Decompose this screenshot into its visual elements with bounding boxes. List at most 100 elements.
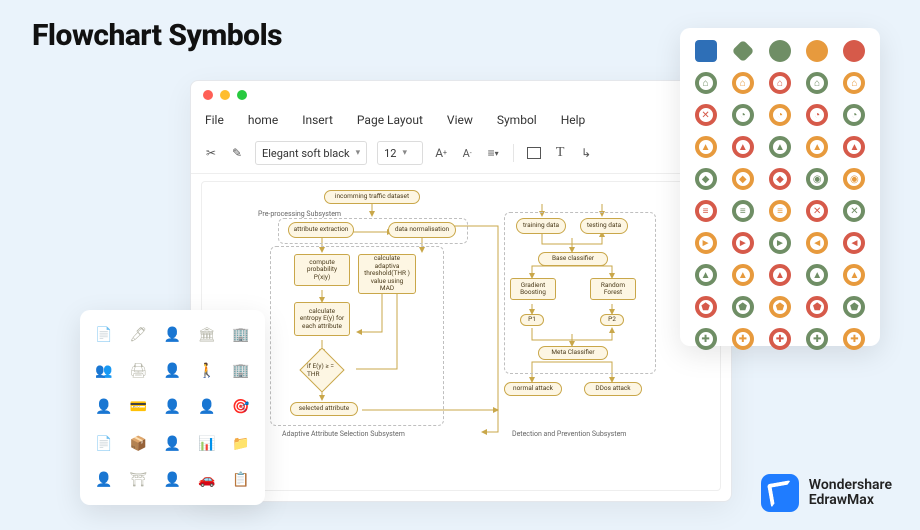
menu-home[interactable]: home	[248, 113, 278, 127]
symbol-item[interactable]: ▲	[804, 134, 831, 160]
canvas[interactable]: incomming traffic dataset Pre-processing…	[201, 181, 721, 491]
symbol-item[interactable]: ▲	[766, 134, 793, 160]
format-painter-button[interactable]: ✎	[229, 145, 245, 161]
symbol-item[interactable]: ◔	[841, 102, 868, 128]
symbol-item[interactable]: ◉	[841, 166, 868, 192]
node-data-normalisation[interactable]: data normalisation	[388, 222, 456, 238]
clipart-item[interactable]: 👤	[90, 392, 118, 422]
symbol-item[interactable]: ⌂	[692, 70, 719, 96]
symbol-item[interactable]: ◆	[766, 166, 793, 192]
node-normal-attack[interactable]: normal attack	[504, 382, 562, 396]
clipart-item[interactable]: 🏛	[193, 320, 221, 350]
clipart-item[interactable]: 👤	[158, 465, 186, 495]
symbol-item[interactable]: ⬟	[841, 294, 868, 320]
node-meta-classifier[interactable]: Meta Classifier	[538, 346, 608, 360]
symbol-item[interactable]: ✚	[729, 326, 756, 352]
clipart-item[interactable]: 🏢	[227, 356, 255, 386]
symbol-item[interactable]: ◔	[729, 102, 756, 128]
symbol-item[interactable]: ⌂	[729, 70, 756, 96]
symbol-item[interactable]: ◉	[804, 166, 831, 192]
clipart-item[interactable]: 🏢	[227, 320, 255, 350]
clipart-item[interactable]: 📄	[90, 320, 118, 350]
symbol-item[interactable]	[804, 38, 831, 64]
node-training-data[interactable]: training data	[516, 218, 566, 234]
clipart-item[interactable]: 🚶	[193, 356, 221, 386]
symbol-item[interactable]: ✕	[692, 102, 719, 128]
maximize-icon[interactable]	[237, 90, 247, 100]
symbol-item[interactable]: ►	[766, 230, 793, 256]
node-compute-probability[interactable]: compute probability P(x|y)	[294, 254, 350, 286]
symbol-item[interactable]: ▲	[692, 262, 719, 288]
clipart-item[interactable]: 👥	[90, 356, 118, 386]
symbol-item[interactable]: ✚	[804, 326, 831, 352]
symbol-item[interactable]: ✚	[841, 326, 868, 352]
menu-help[interactable]: Help	[561, 113, 586, 127]
cut-button[interactable]: ✂	[203, 145, 219, 161]
symbol-item[interactable]: ✚	[766, 326, 793, 352]
node-incoming-dataset[interactable]: incomming traffic dataset	[324, 190, 420, 204]
font-select[interactable]: Elegant soft black ▾	[255, 141, 367, 165]
increase-font-button[interactable]: A+	[433, 145, 449, 161]
symbol-item[interactable]	[692, 38, 719, 64]
clipart-item[interactable]: 📋	[227, 465, 255, 495]
symbol-item[interactable]: ▲	[766, 262, 793, 288]
node-calculate-entropy[interactable]: calculate entropy E(y) for each attribut…	[294, 302, 350, 336]
symbol-item[interactable]: ⬟	[692, 294, 719, 320]
menu-symbol[interactable]: Symbol	[497, 113, 537, 127]
close-icon[interactable]	[203, 90, 213, 100]
clipart-item[interactable]: 📊	[193, 429, 221, 459]
symbol-item[interactable]: ⌂	[841, 70, 868, 96]
connector-tool-button[interactable]: ↳	[578, 145, 594, 161]
symbol-item[interactable]: ◄	[804, 230, 831, 256]
symbol-item[interactable]: ◔	[804, 102, 831, 128]
symbol-item[interactable]: ≡	[692, 198, 719, 224]
clipart-item[interactable]: 📁	[227, 429, 255, 459]
node-selected-attribute[interactable]: selected attribute	[290, 402, 358, 416]
symbol-item[interactable]: ◄	[841, 230, 868, 256]
symbol-item[interactable]: ⬟	[729, 294, 756, 320]
symbol-item[interactable]: ⌂	[766, 70, 793, 96]
minimize-icon[interactable]	[220, 90, 230, 100]
clipart-item[interactable]: 👤	[193, 392, 221, 422]
symbol-item[interactable]: ≡	[766, 198, 793, 224]
text-tool-button[interactable]: T	[552, 145, 568, 161]
symbol-item[interactable]: ✕	[841, 198, 868, 224]
clipart-item[interactable]: 👤	[90, 465, 118, 495]
symbol-item[interactable]: ▲	[804, 262, 831, 288]
clipart-item[interactable]: 🚗	[193, 465, 221, 495]
clipart-item[interactable]: 🖨	[124, 356, 152, 386]
menu-file[interactable]: File	[205, 113, 224, 127]
node-gradient-boosting[interactable]: Gradient Boosting	[510, 278, 556, 300]
symbol-item[interactable]: ▲	[729, 262, 756, 288]
symbol-item[interactable]: ◆	[692, 166, 719, 192]
node-p1[interactable]: P1	[520, 314, 544, 326]
symbol-item[interactable]	[841, 38, 868, 64]
symbol-item[interactable]: ✚	[692, 326, 719, 352]
symbol-item[interactable]: ▲	[841, 262, 868, 288]
symbol-item[interactable]: ►	[692, 230, 719, 256]
symbol-item[interactable]: ⬟	[766, 294, 793, 320]
node-base-classifier[interactable]: Base classifier	[538, 252, 608, 266]
symbol-item[interactable]	[729, 38, 756, 64]
clipart-item[interactable]: 📦	[124, 429, 152, 459]
symbol-item[interactable]: ◆	[729, 166, 756, 192]
font-size-select[interactable]: 12 ▾	[377, 141, 423, 165]
clipart-item[interactable]: 🎯	[227, 392, 255, 422]
symbol-item[interactable]: ◔	[766, 102, 793, 128]
node-testing-data[interactable]: testing data	[580, 218, 628, 234]
clipart-item[interactable]: 💳	[124, 392, 152, 422]
symbol-item[interactable]: ►	[729, 230, 756, 256]
node-calculate-threshold[interactable]: calculate adaptiva threshold(THR ) value…	[358, 254, 416, 294]
clipart-item[interactable]: 👤	[158, 429, 186, 459]
clipart-item[interactable]: 👤	[158, 356, 186, 386]
node-attribute-extraction[interactable]: attribute extraction	[288, 222, 354, 238]
symbol-item[interactable]: ✕	[804, 198, 831, 224]
menu-page-layout[interactable]: Page Layout	[357, 113, 423, 127]
menu-view[interactable]: View	[447, 113, 473, 127]
node-random-forest[interactable]: Random Forest	[590, 278, 636, 300]
symbol-item[interactable]: ⬟	[804, 294, 831, 320]
symbol-item[interactable]: ▲	[841, 134, 868, 160]
symbol-item[interactable]	[766, 38, 793, 64]
align-button[interactable]: ≡▾	[485, 145, 501, 161]
shape-rect-button[interactable]	[526, 145, 542, 161]
